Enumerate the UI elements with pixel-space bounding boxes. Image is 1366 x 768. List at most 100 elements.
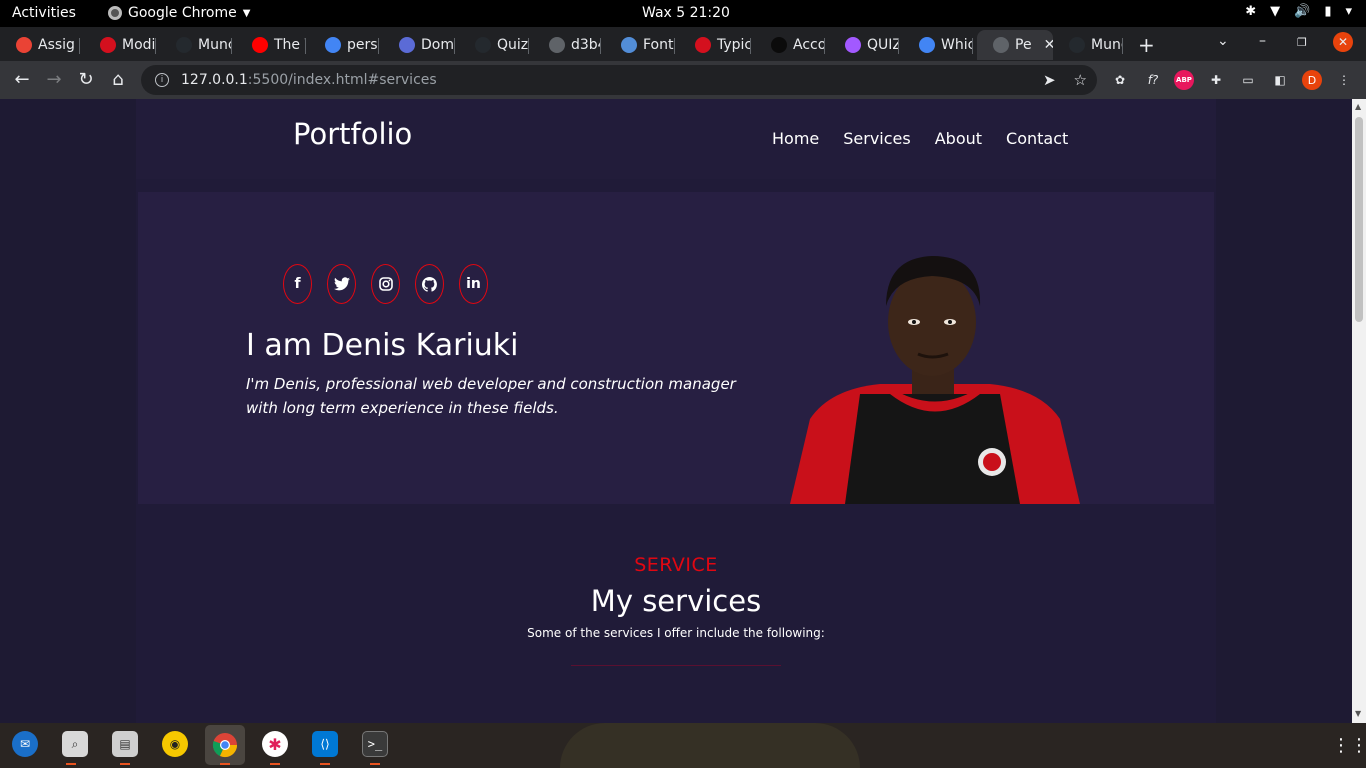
scroll-down-arrow-icon[interactable]: ▼	[1355, 709, 1361, 718]
site-nav: Home Services About Contact	[772, 129, 1068, 148]
app-menu[interactable]: Google Chrome ▼	[108, 5, 250, 21]
browser-tab[interactable]: Quiz	[459, 30, 529, 60]
taskbar-dock: ✉ ⌕ ▤ ◉ ✱ ⟨⟩ >_ ⋮⋮⋮	[0, 723, 1366, 768]
browser-tab[interactable]: Dom	[383, 30, 455, 60]
browser-tab[interactable]: Modi	[84, 30, 156, 60]
terminal-icon[interactable]: >_	[362, 731, 388, 757]
profile-avatar[interactable]: D	[1302, 70, 1322, 90]
nav-services[interactable]: Services	[843, 129, 910, 148]
scroll-up-arrow-icon[interactable]: ▲	[1355, 102, 1361, 111]
new-tab-button[interactable]: +	[1138, 33, 1155, 57]
running-indicator	[120, 763, 130, 765]
forward-button[interactable]: →	[43, 69, 65, 90]
tab-separator	[231, 38, 232, 54]
site-info-icon[interactable]: i	[155, 73, 169, 87]
chrome-icon[interactable]	[205, 725, 245, 765]
browser-tab[interactable]: Whic	[903, 30, 973, 60]
clock[interactable]: Wax 5 21:20	[642, 5, 730, 21]
cast-icon[interactable]: ▭	[1238, 70, 1258, 90]
back-button[interactable]: ←	[11, 69, 33, 90]
browser-tab[interactable]: Munc	[1053, 30, 1123, 60]
tab-label: perso	[347, 37, 379, 53]
browser-tab[interactable]: The V	[236, 30, 306, 60]
page-scrollbar[interactable]: ▲ ▼	[1352, 99, 1366, 723]
google-icon	[325, 37, 341, 53]
browser-tab[interactable]: Acco	[755, 30, 825, 60]
scrollbar-thumb[interactable]	[1355, 117, 1363, 322]
extensions-puzzle-icon[interactable]: ✚	[1206, 70, 1226, 90]
facebook-icon[interactable]: f	[283, 264, 312, 304]
tab-separator	[155, 38, 156, 54]
url-path: :5500/index.html#services	[247, 72, 437, 88]
close-tab-icon[interactable]: ✕	[1044, 37, 1053, 53]
address-bar[interactable]: i 127.0.0.1:5500/index.html#services ➤ ☆	[141, 65, 1097, 95]
browser-tab[interactable]: Assig	[0, 30, 80, 60]
color-picker-extension-icon[interactable]: ✿	[1110, 70, 1130, 90]
browser-tab[interactable]: perso	[309, 30, 379, 60]
running-indicator	[66, 763, 76, 765]
tab-separator	[750, 38, 751, 54]
send-to-device-icon[interactable]: ➤	[1043, 71, 1056, 89]
fonts-extension-icon[interactable]: f?	[1143, 70, 1163, 90]
tab-label: d3b4	[571, 37, 601, 53]
url-host: 127.0.0.1	[181, 72, 248, 88]
linkedin-icon[interactable]: in	[459, 264, 488, 304]
minimize-button[interactable]: –	[1259, 33, 1266, 49]
volume-icon[interactable]: 🔊	[1294, 4, 1310, 19]
bookmark-star-icon[interactable]: ☆	[1074, 71, 1087, 89]
youtube-icon	[252, 37, 268, 53]
rhythmbox-icon[interactable]: ◉	[162, 731, 188, 757]
system-tray[interactable]: ✱ ▼ 🔊 ▮ ▾	[1245, 4, 1352, 19]
tab-label: The V	[274, 37, 306, 53]
reload-button[interactable]: ↻	[75, 69, 97, 90]
nav-about[interactable]: About	[935, 129, 982, 148]
adblock-plus-icon[interactable]: ABP	[1174, 70, 1194, 90]
hero-description: I'm Denis, professional web developer an…	[246, 375, 736, 417]
tab-label: QUIZ	[867, 37, 899, 53]
instagram-icon[interactable]	[371, 264, 400, 304]
browser-tab[interactable]: d3b4	[533, 30, 601, 60]
site-brand[interactable]: Portfolio	[293, 117, 412, 151]
files-icon[interactable]: ▤	[112, 731, 138, 757]
browser-tab[interactable]: Typic	[679, 30, 751, 60]
screenshot-icon[interactable]: ⌕	[62, 731, 88, 757]
restore-button[interactable]: ❐	[1297, 36, 1307, 49]
twitter-icon[interactable]	[327, 264, 356, 304]
github-icon	[176, 37, 192, 53]
github-icon	[1069, 37, 1085, 53]
nav-home[interactable]: Home	[772, 129, 819, 148]
chevron-down-icon: ▼	[242, 7, 251, 19]
services-title: My services	[590, 584, 762, 618]
browser-tab[interactable]: Pe ✕	[977, 30, 1053, 60]
battery-icon[interactable]: ▮	[1324, 4, 1331, 19]
power-menu-chevron-icon[interactable]: ▾	[1345, 4, 1352, 19]
slack-icon[interactable]: ✱	[262, 731, 288, 757]
activities-button[interactable]: Activities	[12, 5, 76, 21]
side-panel-icon[interactable]: ◧	[1270, 70, 1290, 90]
nav-contact[interactable]: Contact	[1006, 129, 1068, 148]
profile-photo	[790, 256, 1080, 504]
running-indicator	[370, 763, 380, 765]
tab-label: Quiz	[497, 37, 529, 53]
slack-tray-icon[interactable]: ✱	[1245, 4, 1256, 19]
browser-tab[interactable]: Font	[605, 30, 675, 60]
browser-tab[interactable]: QUIZ	[829, 30, 899, 60]
dom-icon	[399, 37, 415, 53]
figma-icon	[845, 37, 861, 53]
close-window-button[interactable]: ✕	[1333, 32, 1353, 52]
tab-separator	[898, 38, 899, 54]
tab-label: Munc	[1091, 37, 1123, 53]
show-applications-icon[interactable]: ⋮⋮⋮	[1332, 735, 1366, 756]
tab-search-chevron-icon[interactable]: ⌄	[1217, 33, 1229, 49]
slash-icon	[771, 37, 787, 53]
chrome-menu-icon[interactable]: ⋮	[1334, 70, 1354, 90]
wifi-icon[interactable]: ▼	[1270, 4, 1280, 19]
github-icon[interactable]	[415, 264, 444, 304]
tab-label: Font	[643, 37, 674, 53]
browser-tab[interactable]: Munc	[160, 30, 232, 60]
thunderbird-icon[interactable]: ✉	[12, 731, 38, 757]
tab-separator	[674, 38, 675, 54]
hero-section: f in I am Denis Kariuki I'm Denis, profe…	[138, 192, 1214, 504]
home-button[interactable]: ⌂	[107, 69, 129, 90]
vscode-icon[interactable]: ⟨⟩	[312, 731, 338, 757]
